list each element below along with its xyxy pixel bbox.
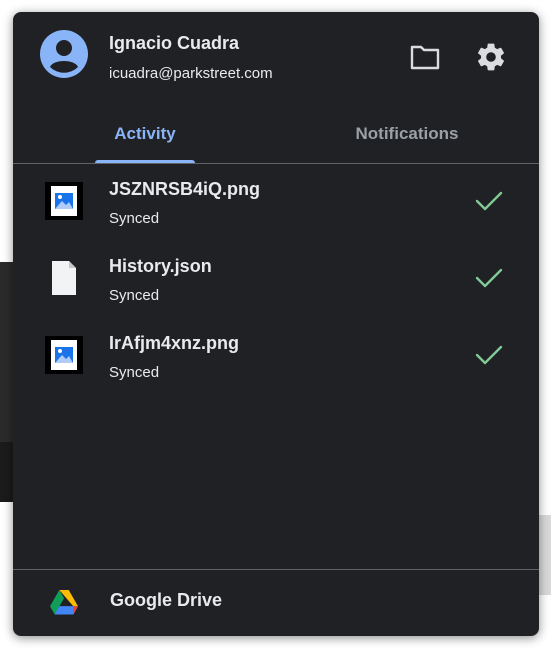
background-window-fragment bbox=[0, 442, 14, 502]
tab-notifications[interactable]: Notifications bbox=[325, 104, 489, 163]
background-window-fragment bbox=[0, 262, 14, 442]
check-icon bbox=[475, 268, 503, 288]
document-file-icon bbox=[45, 259, 83, 297]
check-icon bbox=[475, 191, 503, 211]
account-email: icuadra@parkstreet.com bbox=[109, 65, 273, 82]
avatar[interactable] bbox=[40, 30, 88, 78]
file-status: Synced bbox=[109, 364, 160, 381]
background-window-fragment bbox=[537, 515, 551, 595]
list-item[interactable]: History.json Synced bbox=[13, 241, 539, 318]
drive-sync-panel: Ignacio Cuadra icuadra@parkstreet.com Ac… bbox=[13, 12, 539, 636]
account-name: Ignacio Cuadra bbox=[109, 33, 240, 53]
footer-app-name[interactable]: Google Drive bbox=[110, 590, 222, 611]
file-name: IrAfjm4xnz.png bbox=[109, 333, 240, 353]
open-folder-button[interactable] bbox=[407, 39, 443, 75]
file-name: JSZNRSB4iQ.png bbox=[109, 179, 261, 199]
file-status: Synced bbox=[109, 287, 160, 304]
google-drive-logo-icon bbox=[50, 590, 78, 615]
folder-icon bbox=[410, 45, 440, 70]
check-icon bbox=[475, 345, 503, 365]
tab-activity[interactable]: Activity bbox=[95, 104, 195, 163]
gear-icon bbox=[478, 43, 504, 71]
footer: Google Drive bbox=[13, 569, 539, 636]
account-icon bbox=[40, 30, 88, 78]
list-item[interactable]: JSZNRSB4iQ.png Synced bbox=[13, 164, 539, 241]
file-status: Synced bbox=[109, 210, 160, 227]
account-header: Ignacio Cuadra icuadra@parkstreet.com bbox=[13, 12, 539, 92]
activity-list: JSZNRSB4iQ.png Synced History.json Synce… bbox=[13, 164, 539, 395]
list-item[interactable]: IrAfjm4xnz.png Synced bbox=[13, 318, 539, 395]
file-name: History.json bbox=[109, 256, 212, 276]
settings-button[interactable] bbox=[473, 39, 509, 75]
image-file-icon bbox=[45, 182, 83, 220]
active-tab-indicator bbox=[95, 160, 195, 163]
tab-bar: Activity Notifications bbox=[13, 104, 539, 164]
image-file-icon bbox=[45, 336, 83, 374]
